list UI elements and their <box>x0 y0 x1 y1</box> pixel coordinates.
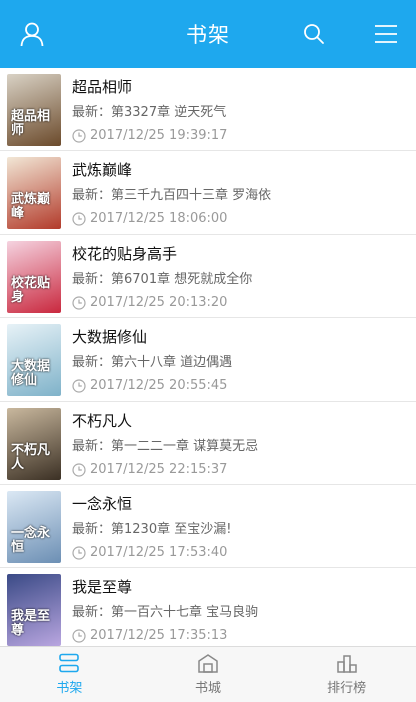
book-item[interactable]: 不朽凡人 不朽凡人 最新：第一二二一章 谋算莫无忌 2017/12/25 22:… <box>0 402 416 485</box>
tab-store[interactable]: 书城 <box>139 647 278 702</box>
book-item[interactable]: 大数据修仙 大数据修仙 最新：第六十八章 道边偶遇 2017/12/25 20:… <box>0 318 416 402</box>
book-item[interactable]: 我是至尊 我是至尊 最新：第一百六十七章 宝马良驹 2017/12/25 17:… <box>0 568 416 646</box>
clock-icon <box>72 379 86 393</box>
update-time-text: 2017/12/25 17:53:40 <box>90 544 228 560</box>
clock-icon <box>72 462 86 477</box>
cover-title: 我是至尊 <box>11 609 51 639</box>
cover-title: 大数据修仙 <box>11 359 51 389</box>
cover-title: 超品相师 <box>11 109 51 138</box>
tab-label: 书城 <box>195 681 222 696</box>
cover-title: 武炼巅峰 <box>11 192 51 222</box>
book-title: 我是至尊 <box>72 578 133 597</box>
tab-label: 书架 <box>56 681 83 696</box>
book-cover: 一念永恒 <box>7 490 61 563</box>
update-time-text: 2017/12/25 17:35:13 <box>90 628 228 644</box>
update-time: 2017/12/25 19:39:17 <box>72 127 408 145</box>
user-icon <box>20 22 44 47</box>
update-time: 2017/12/25 17:53:40 <box>72 544 408 562</box>
book-item[interactable]: 一念永恒 一念永恒 最新：第1230章 至宝沙漏! 2017/12/25 17:… <box>0 485 416 569</box>
book-item[interactable]: 超品相师 超品相师 最新：第3327章 逆天死气 2017/12/25 19:3… <box>0 68 416 152</box>
update-time-text: 2017/12/25 22:15:37 <box>90 461 228 477</box>
book-cover: 大数据修仙 <box>7 324 61 397</box>
latest-chapter: 最新：第1230章 至宝沙漏! <box>72 521 232 537</box>
latest-chapter: 最新：第6701章 想死就成全你 <box>72 271 253 287</box>
clock-icon <box>72 629 86 643</box>
cover-title: 校花贴身 <box>11 275 51 305</box>
clock-icon <box>72 212 86 226</box>
clock-icon <box>72 296 86 310</box>
latest-chapter: 最新：第六十八章 道边偶遇 <box>72 355 233 371</box>
book-title: 不朽凡人 <box>72 411 133 430</box>
book-cover: 校花贴身 <box>7 240 61 313</box>
book-cover: 武炼巅峰 <box>7 157 61 230</box>
cover-title: 一念永恒 <box>11 525 51 555</box>
book-item[interactable]: 武炼巅峰 武炼巅峰 最新：第三千九百四十三章 罗海依 2017/12/25 18… <box>0 151 416 235</box>
book-title: 一念永恒 <box>72 494 133 513</box>
update-time-text: 2017/12/25 20:55:45 <box>90 378 228 394</box>
update-time-text: 2017/12/25 20:13:20 <box>90 294 228 310</box>
update-time: 2017/12/25 20:13:20 <box>72 294 408 312</box>
update-time: 2017/12/25 17:35:13 <box>72 627 408 645</box>
ranking-icon <box>336 655 357 673</box>
search-icon <box>304 24 324 44</box>
book-item[interactable]: 校花贴身 校花的贴身高手 最新：第6701章 想死就成全你 2017/12/25… <box>0 235 416 319</box>
update-time-text: 2017/12/25 19:39:17 <box>90 128 228 143</box>
search-button[interactable] <box>294 14 334 54</box>
latest-chapter: 最新：第一百六十七章 宝马良驹 <box>72 605 259 621</box>
book-cover: 我是至尊 <box>7 574 61 646</box>
page-title: 书架 <box>186 23 230 47</box>
update-time: 2017/12/25 20:55:45 <box>72 377 408 395</box>
update-time: 2017/12/25 22:15:37 <box>72 461 408 479</box>
menu-button[interactable] <box>366 14 406 54</box>
book-title: 超品相师 <box>72 78 133 96</box>
cover-title: 不朽凡人 <box>11 442 51 472</box>
update-time-text: 2017/12/25 18:06:00 <box>90 211 228 227</box>
book-title: 大数据修仙 <box>72 328 148 347</box>
user-button[interactable] <box>12 14 52 54</box>
tab-ranking[interactable]: 排行榜 <box>277 647 416 702</box>
book-list: 超品相师 超品相师 最新：第3327章 逆天死气 2017/12/25 19:3… <box>0 68 416 646</box>
clock-icon <box>72 129 86 143</box>
book-title: 武炼巅峰 <box>72 161 133 180</box>
latest-chapter: 最新：第一二二一章 谋算莫无忌 <box>72 438 259 454</box>
store-icon <box>198 654 218 673</box>
book-title: 校花的贴身高手 <box>72 244 178 263</box>
tab-label: 排行榜 <box>327 681 367 696</box>
latest-chapter: 最新：第3327章 逆天死气 <box>72 105 227 120</box>
bookshelf-icon <box>59 653 80 673</box>
book-cover: 不朽凡人 <box>7 407 61 480</box>
clock-icon <box>72 546 86 560</box>
menu-icon <box>375 25 397 43</box>
tab-bookshelf[interactable]: 书架 <box>0 647 139 702</box>
book-cover: 超品相师 <box>7 74 61 146</box>
update-time: 2017/12/25 18:06:00 <box>72 210 408 228</box>
top-bar: 书架 <box>0 0 416 68</box>
latest-chapter: 最新：第三千九百四十三章 罗海依 <box>72 188 272 204</box>
bottom-tab-bar: 书架 书城 排行榜 <box>0 646 416 702</box>
